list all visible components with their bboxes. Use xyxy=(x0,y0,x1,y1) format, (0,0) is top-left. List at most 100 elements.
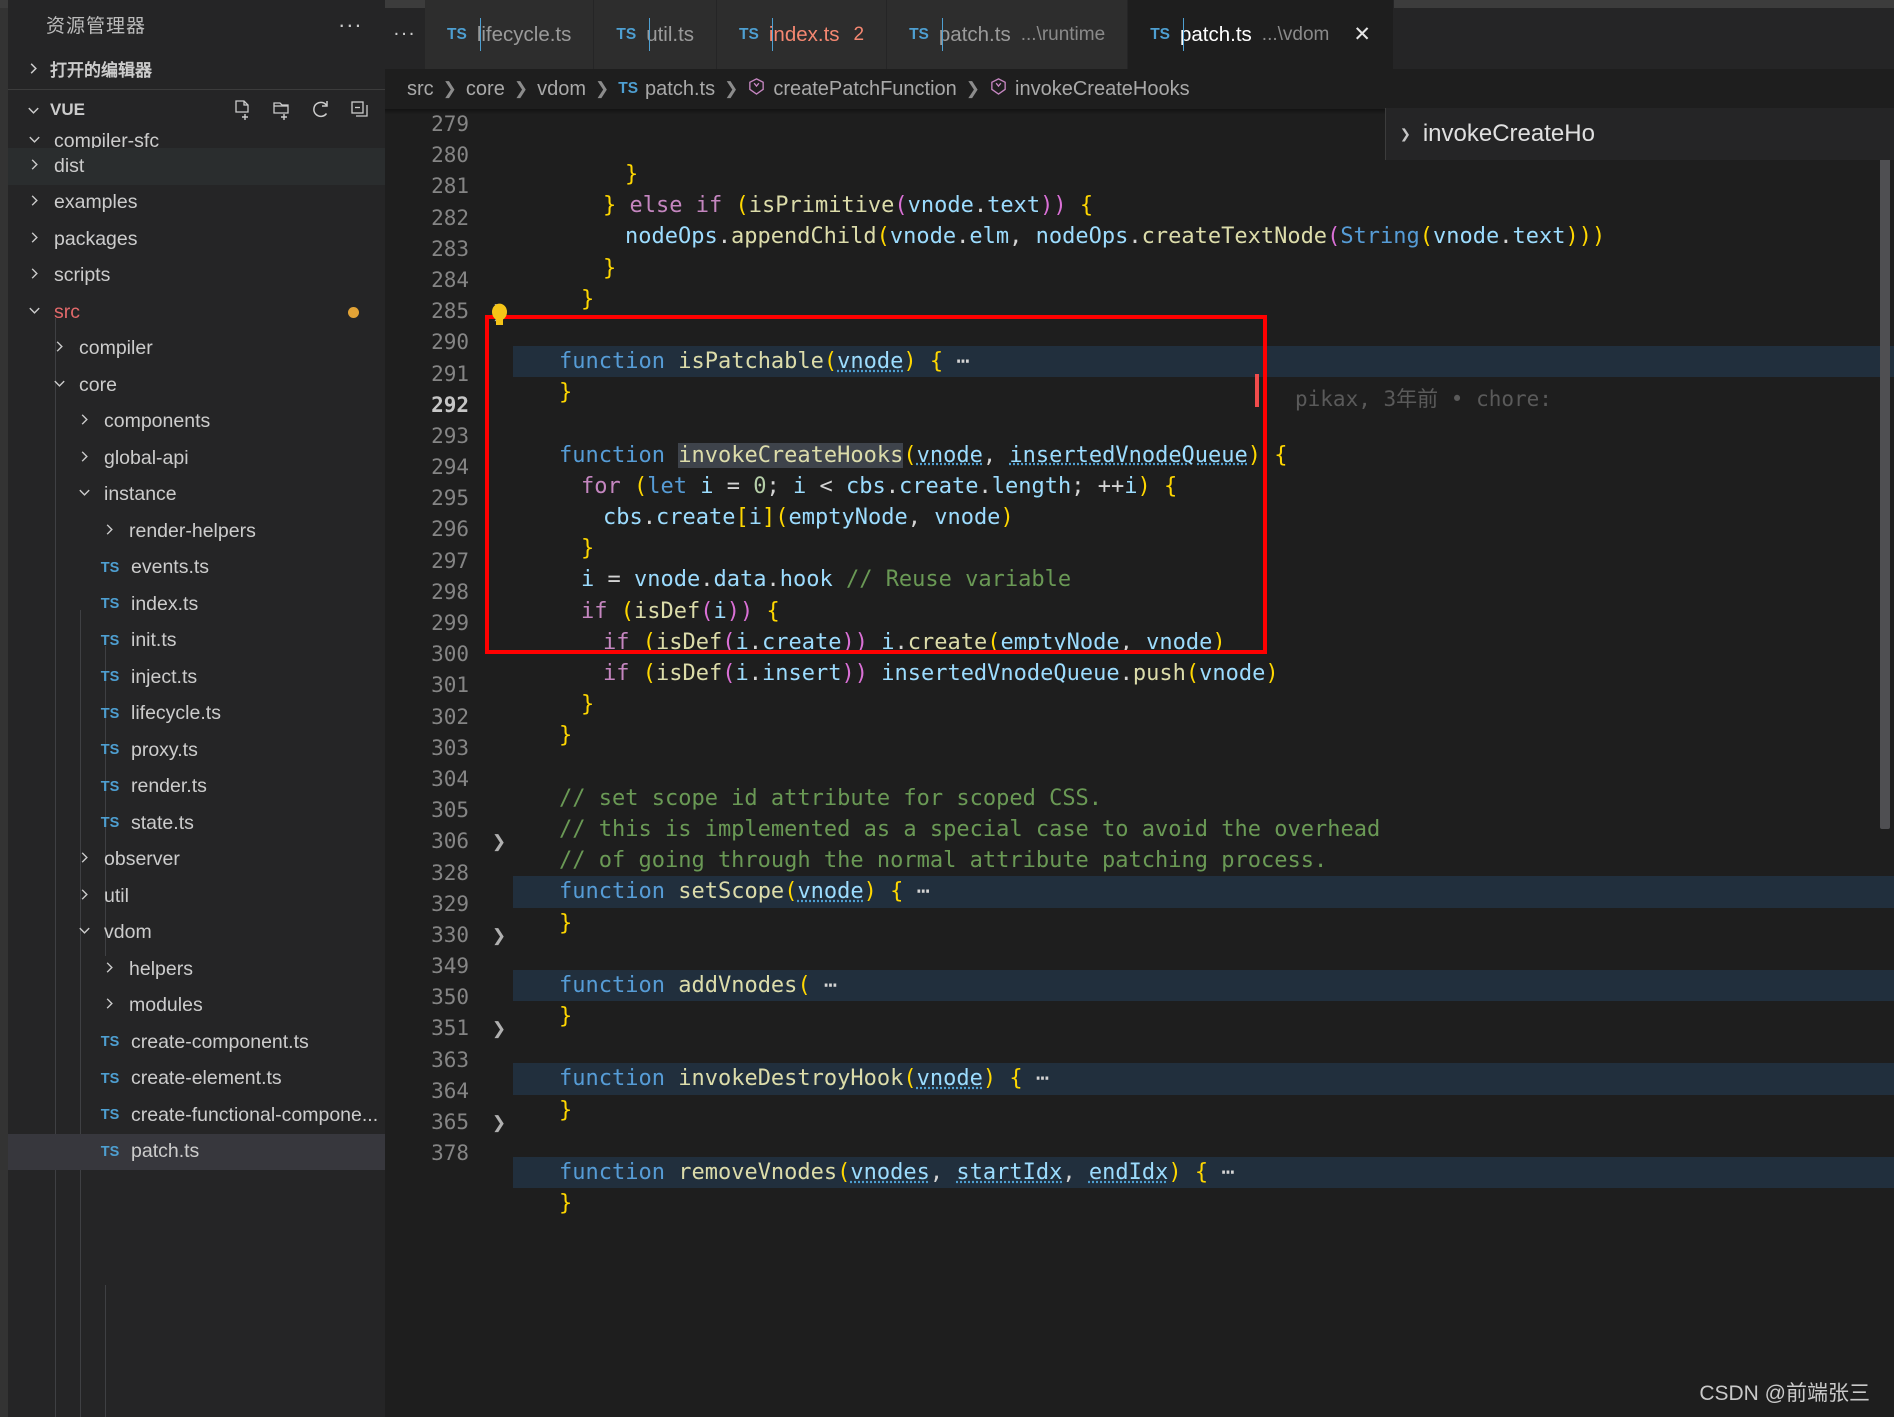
code-line[interactable] xyxy=(513,939,1894,970)
tree-item-dist[interactable]: dist xyxy=(8,148,385,185)
code-line[interactable]: } else if (isPrimitive(vnode.text)) { xyxy=(513,190,1894,221)
activity-bar[interactable] xyxy=(0,0,8,1417)
code-line[interactable]: function setScope(vnode) { ⋯ xyxy=(513,876,1894,908)
tab-patch-ts-vdom[interactable]: TS patch.ts ...\vdom ✕ xyxy=(1128,0,1394,69)
chevron-right-icon[interactable] xyxy=(97,520,121,543)
tree-item-util[interactable]: util xyxy=(8,878,385,915)
tab-lifecycle-ts[interactable]: TS lifecycle.ts xyxy=(425,0,595,69)
code-line[interactable]: // set scope id attribute for scoped CSS… xyxy=(513,783,1894,814)
breadcrumb[interactable]: src ❯ core ❯ vdom ❯ TS patch.ts ❯ createPatchFunc… xyxy=(385,69,1894,109)
close-icon[interactable]: ✕ xyxy=(1353,24,1371,45)
code-line[interactable]: } xyxy=(513,908,1894,939)
chevron-right-icon[interactable] xyxy=(72,410,96,433)
tree-item-events-ts[interactable]: TS events.ts xyxy=(8,550,385,587)
code-line[interactable]: } xyxy=(513,253,1894,284)
tree-item-compiler[interactable]: compiler xyxy=(8,331,385,368)
symbol-peek-panel[interactable]: ❯ invokeCreateHo xyxy=(1385,108,1894,160)
chevron-down-icon[interactable] xyxy=(22,301,46,324)
code-line[interactable]: // this is implemented as a special case… xyxy=(513,814,1894,845)
tree-item-index-ts[interactable]: TS index.ts xyxy=(8,586,385,623)
fold-chevron-icon[interactable]: ❯ xyxy=(485,1013,513,1044)
breadcrumb-item-core[interactable]: core xyxy=(466,78,505,101)
chevron-right-icon[interactable] xyxy=(47,337,71,360)
tree-item-render-helpers[interactable]: render-helpers xyxy=(8,513,385,550)
chevron-down-icon[interactable] xyxy=(47,374,71,397)
chevron-down-icon[interactable] xyxy=(72,483,96,506)
tree-item-scripts[interactable]: scripts xyxy=(8,258,385,295)
code-line[interactable]: // of going through the normal attribute… xyxy=(513,845,1894,876)
chevron-right-icon[interactable] xyxy=(22,191,46,214)
code-line[interactable]: if (isDef(i)) { xyxy=(513,596,1894,627)
tree-item-create-functional-compone-[interactable]: TS create-functional-compone... xyxy=(8,1097,385,1134)
tree-item-lifecycle-ts[interactable]: TS lifecycle.ts xyxy=(8,696,385,733)
code-content[interactable]: } } else if (isPrimitive(vnode.text)) {no… xyxy=(513,109,1894,1417)
tab-overflow-icon[interactable]: ... xyxy=(385,0,425,69)
fold-chevron-icon[interactable]: ❯ xyxy=(485,296,513,327)
chevron-right-icon[interactable] xyxy=(97,994,121,1017)
fold-chevron-icon[interactable]: ❯ xyxy=(485,1107,513,1138)
tree-item-observer[interactable]: observer xyxy=(8,842,385,879)
tab-util-ts[interactable]: TS util.ts xyxy=(594,0,718,69)
code-line[interactable] xyxy=(513,752,1894,783)
tree-item-proxy-ts[interactable]: TS proxy.ts xyxy=(8,732,385,769)
code-line[interactable]: } xyxy=(513,689,1894,720)
chevron-right-icon[interactable] xyxy=(22,264,46,287)
code-line[interactable]: } xyxy=(513,533,1894,564)
chevron-right-icon[interactable] xyxy=(22,155,46,178)
code-line[interactable] xyxy=(513,315,1894,346)
tree-item-packages[interactable]: packages xyxy=(8,221,385,258)
chevron-down-icon[interactable] xyxy=(72,921,96,944)
tree-item-helpers[interactable]: helpers xyxy=(8,951,385,988)
tree-item-patch-ts[interactable]: TS patch.ts xyxy=(8,1133,385,1170)
tree-item-render-ts[interactable]: TS render.ts xyxy=(8,769,385,806)
tree-item-modules[interactable]: modules xyxy=(8,988,385,1025)
explorer-more-actions-icon[interactable]: ... xyxy=(339,9,363,33)
code-line[interactable]: cbs.create[i](emptyNode, vnode) xyxy=(513,502,1894,533)
section-open-editors[interactable]: 打开的编辑器 xyxy=(8,48,385,89)
code-line[interactable]: nodeOps.appendChild(vnode.elm, nodeOps.c… xyxy=(513,221,1894,252)
code-line[interactable] xyxy=(513,1032,1894,1063)
tree-item-global-api[interactable]: global-api xyxy=(8,440,385,477)
refresh-icon[interactable] xyxy=(310,99,332,121)
chevron-right-icon[interactable] xyxy=(72,885,96,908)
tab-patch-ts-runtime[interactable]: TS patch.ts ...\runtime xyxy=(887,0,1129,69)
new-folder-icon[interactable] xyxy=(271,99,293,121)
chevron-right-icon[interactable] xyxy=(22,228,46,251)
code-line[interactable]: if (isDef(i.create)) i.create(emptyNode,… xyxy=(513,627,1894,658)
code-line[interactable]: } xyxy=(513,1001,1894,1032)
code-line[interactable]: } xyxy=(513,720,1894,751)
code-line[interactable]: for (let i = 0; i < cbs.create.length; +… xyxy=(513,471,1894,502)
tree-item-inject-ts[interactable]: TS inject.ts xyxy=(8,659,385,696)
code-line[interactable]: function addVnodes( ⋯ xyxy=(513,969,1894,1002)
new-file-icon[interactable] xyxy=(232,99,254,121)
code-line[interactable] xyxy=(513,1126,1894,1157)
tab-index-ts[interactable]: TS index.ts 2 xyxy=(717,0,888,69)
tree-item-init-ts[interactable]: TS init.ts xyxy=(8,623,385,660)
code-line[interactable]: if (isDef(i.insert)) insertedVnodeQueue.… xyxy=(513,658,1894,689)
code-line[interactable]: function invokeDestroyHook(vnode) { ⋯ xyxy=(513,1063,1894,1095)
fold-chevron-icon[interactable]: ❯ xyxy=(485,920,513,951)
code-line[interactable]: } xyxy=(513,284,1894,315)
code-line[interactable]: } xyxy=(513,1188,1894,1219)
code-line[interactable]: } xyxy=(513,377,1894,408)
editor-vertical-scrollbar[interactable] xyxy=(1880,109,1890,829)
tree-item-create-component-ts[interactable]: TS create-component.ts xyxy=(8,1024,385,1061)
collapse-all-icon[interactable] xyxy=(349,99,371,121)
breadcrumb-item-src[interactable]: src xyxy=(407,78,434,101)
code-line[interactable]: } xyxy=(513,1095,1894,1126)
fold-gutter[interactable]: ❯ ❯ ❯ ❯ ❯ xyxy=(485,109,513,1417)
file-tree[interactable]: compiler-sfc dist examples packages scripts s… xyxy=(8,130,385,1417)
tree-item-core[interactable]: core xyxy=(8,367,385,404)
breadcrumb-item-invokecreatehooks[interactable]: invokeCreateHooks xyxy=(989,77,1190,102)
tree-item-vdom[interactable]: vdom xyxy=(8,915,385,952)
breadcrumb-item-createpatchfunction[interactable]: createPatchFunction xyxy=(747,77,957,102)
tree-item-instance[interactable]: instance xyxy=(8,477,385,514)
code-line[interactable]: function invokeCreateHooks(vnode, insert… xyxy=(513,440,1894,471)
code-editor[interactable]: 279 280 281 282 283 284 285 290 291 292 293 294 295 2… xyxy=(385,109,1894,1417)
breadcrumb-item-patch-ts[interactable]: TS patch.ts xyxy=(618,78,715,101)
tree-item-compiler-sfc[interactable]: compiler-sfc xyxy=(8,130,385,148)
tree-item-create-element-ts[interactable]: TS create-element.ts xyxy=(8,1061,385,1098)
code-line[interactable]: i = vnode.data.hook // Reuse variable xyxy=(513,564,1894,595)
tree-item-components[interactable]: components xyxy=(8,404,385,441)
chevron-down-icon[interactable] xyxy=(22,130,46,148)
